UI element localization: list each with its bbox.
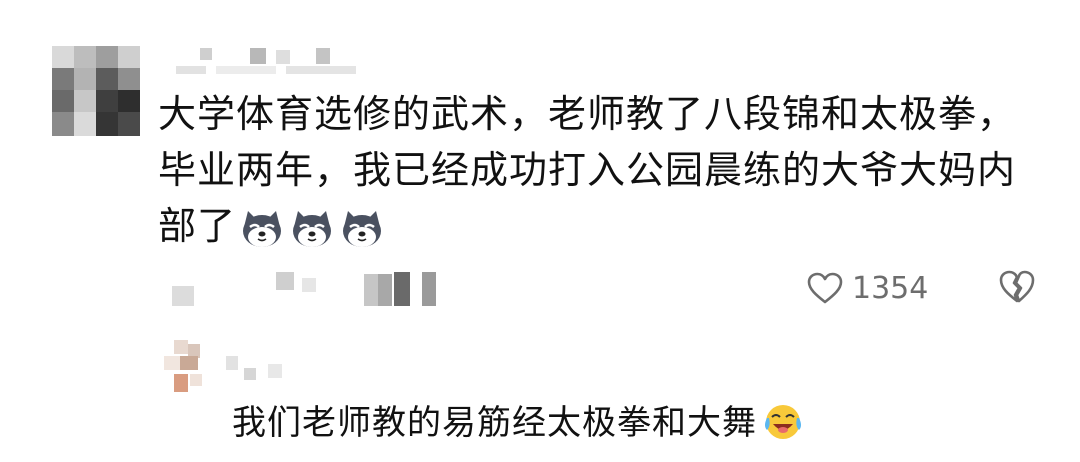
shiba-dog-emoji [343,211,382,247]
reply-username-redacted[interactable] [226,346,346,380]
reply-avatar[interactable] [160,340,216,396]
avatar[interactable] [52,46,140,136]
crying-laughing-face-emoji [761,402,805,456]
like-count: 1354 [852,270,929,306]
emoji-group [240,208,390,264]
heart-outline-icon [807,272,843,304]
like-button[interactable]: 1354 [806,266,928,310]
username-redacted[interactable] [176,48,416,76]
comment-body: 大学体育选修的武术，老师教了八段锦和太极拳，毕业两年，我已经成功打入公园晨练的大… [158,86,1038,264]
reply-body: 我们老师教的易筋经太极拳和大舞 [232,398,805,456]
broken-heart-icon [999,270,1035,303]
shiba-dog-emoji [293,211,332,247]
shiba-dog-emoji [243,211,282,247]
reply-text: 我们老师教的易筋经太极拳和大舞 [232,403,757,443]
comment-meta-redacted [172,268,442,308]
dislike-button[interactable] [997,268,1037,308]
